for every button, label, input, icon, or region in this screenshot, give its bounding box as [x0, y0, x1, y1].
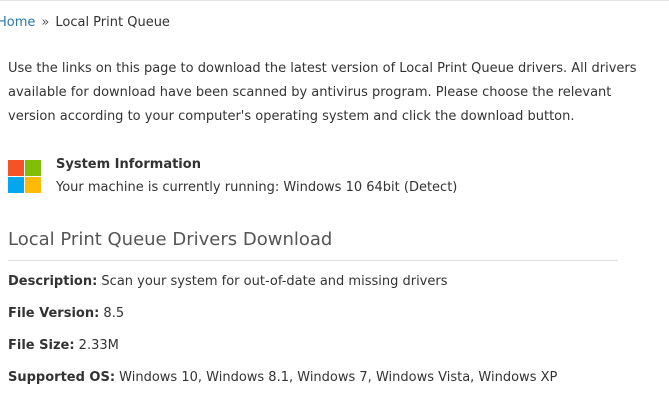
top-divider [0, 0, 669, 1]
system-information-title: System Information [56, 157, 201, 172]
intro-paragraph: Use the links on this page to download t… [8, 61, 637, 124]
breadcrumb: Home » Local Print Queue [0, 15, 170, 30]
breadcrumb-home-link[interactable]: Home [0, 15, 35, 30]
download-section-title: Local Print Queue Drivers Download [8, 229, 333, 250]
windows-logo-yellow-square [25, 177, 41, 193]
system-running-text: Your machine is currently running: Windo… [56, 180, 458, 195]
file-version-label: File Version: [8, 306, 100, 321]
supported-os-value: Windows 10, Windows 8.1, Windows 7, Wind… [115, 370, 558, 385]
windows-logo-red-square [8, 160, 24, 176]
section-divider [8, 260, 618, 261]
file-size-value: 2.33M [74, 338, 119, 353]
breadcrumb-separator: » [41, 15, 50, 30]
system-information-box: System Information Your machine is curre… [8, 156, 648, 200]
file-version-row: File Version: 8.5 [8, 306, 124, 321]
windows-logo-green-square [25, 160, 41, 176]
description-value: Scan your system for out-of-date and mis… [97, 274, 448, 289]
windows-logo-blue-square [8, 177, 24, 193]
file-size-row: File Size: 2.33M [8, 338, 119, 353]
description-row: Description: Scan your system for out-of… [8, 274, 448, 289]
supported-os-label: Supported OS: [8, 370, 116, 385]
description-label: Description: [8, 274, 98, 289]
windows-logo-icon [8, 160, 41, 193]
driver-download-page: Home » Local Print Queue Use the links on … [0, 0, 669, 403]
breadcrumb-current: Local Print Queue [55, 15, 170, 30]
file-size-label: File Size: [8, 338, 75, 353]
file-version-value: 8.5 [99, 306, 125, 321]
supported-os-row: Supported OS: Windows 10, Windows 8.1, W… [8, 370, 557, 385]
